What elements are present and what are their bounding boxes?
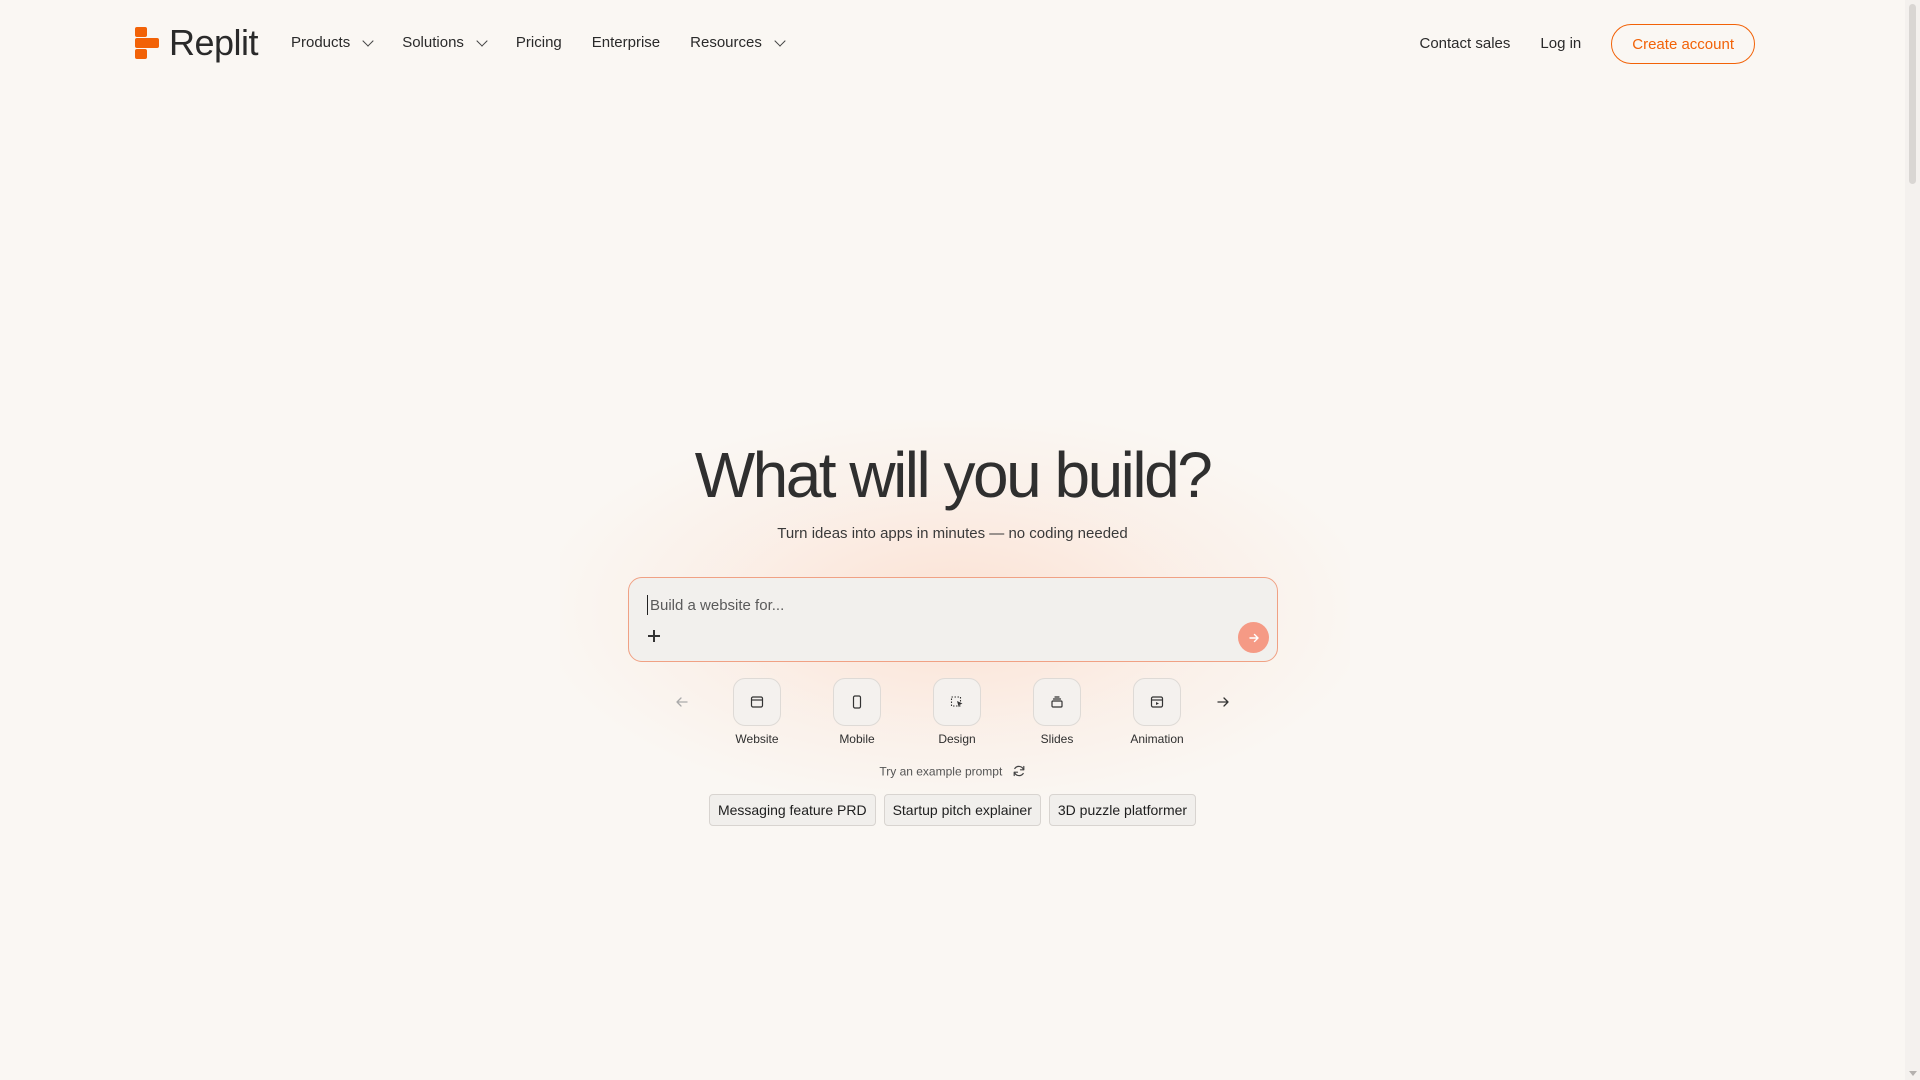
example-prompt-label: Try an example prompt xyxy=(879,764,1003,779)
category-design[interactable]: Design xyxy=(922,678,992,746)
category-website[interactable]: Website xyxy=(722,678,792,746)
replit-logo-icon xyxy=(135,27,159,59)
contact-sales-link[interactable]: Contact sales xyxy=(1420,35,1511,52)
log-in-link[interactable]: Log in xyxy=(1540,35,1581,52)
add-attachment-icon[interactable] xyxy=(646,628,662,644)
example-prompt-line: Try an example prompt xyxy=(0,764,1905,781)
nav-item-enterprise[interactable]: Enterprise xyxy=(592,34,660,51)
example-chips: Messaging feature PRD Startup pitch expl… xyxy=(0,794,1905,826)
replit-logo[interactable]: Replit xyxy=(135,22,259,64)
carousel-next-button[interactable] xyxy=(1213,692,1233,712)
category-slides[interactable]: Slides xyxy=(1022,678,1092,746)
nav-label: Products xyxy=(291,34,351,51)
nav-label: Pricing xyxy=(515,34,562,51)
category-label: Mobile xyxy=(839,732,875,746)
scroll-down-arrow-icon[interactable] xyxy=(1909,1071,1917,1076)
top-header: Replit Products Solutions Pricing Enterp… xyxy=(0,0,1905,86)
nav-label: Solutions xyxy=(402,34,464,51)
nav-item-pricing[interactable]: Pricing xyxy=(516,34,562,51)
example-chip[interactable]: Startup pitch explainer xyxy=(883,794,1041,826)
category-label: Design xyxy=(938,732,976,746)
refresh-icon[interactable] xyxy=(1012,764,1026,781)
hero-subtitle: Turn ideas into apps in minutes — no cod… xyxy=(777,525,1128,542)
nav-item-resources[interactable]: Resources xyxy=(690,34,786,51)
slides-stack-icon xyxy=(1033,678,1081,726)
nav-item-solutions[interactable]: Solutions xyxy=(402,34,488,51)
header-actions: Contact sales Log in Create account xyxy=(1420,24,1755,64)
arrow-left-icon xyxy=(676,697,688,707)
send-button[interactable] xyxy=(1238,622,1269,653)
example-chip[interactable]: 3D puzzle platformer xyxy=(1048,794,1197,826)
browser-window-icon xyxy=(733,678,781,726)
nav-label: Resources xyxy=(690,34,762,51)
hero-title: What will you build? xyxy=(694,439,1213,511)
page-scrollbar[interactable] xyxy=(1905,0,1920,1080)
nav-label: Enterprise xyxy=(591,34,661,51)
play-window-icon xyxy=(1133,678,1181,726)
category-animation[interactable]: Animation xyxy=(1122,678,1192,746)
category-label: Animation xyxy=(1130,732,1184,746)
prompt-input[interactable] xyxy=(647,595,1237,615)
chevron-down-icon xyxy=(476,34,488,47)
page: Replit Products Solutions Pricing Enterp… xyxy=(0,0,1920,1080)
design-select-icon xyxy=(933,678,981,726)
category-label: Website xyxy=(735,732,779,746)
prompt-box xyxy=(628,577,1278,662)
main-nav: Products Solutions Pricing Enterprise Re… xyxy=(291,34,814,51)
category-label: Slides xyxy=(1040,732,1074,746)
chevron-down-icon xyxy=(362,34,374,47)
arrow-right-icon xyxy=(1217,697,1229,707)
chevron-down-icon xyxy=(774,34,786,47)
carousel-prev-button[interactable] xyxy=(672,692,692,712)
create-account-button[interactable]: Create account xyxy=(1611,24,1755,64)
category-mobile[interactable]: Mobile xyxy=(822,678,892,746)
arrow-right-icon xyxy=(1248,633,1259,642)
scrollbar-thumb[interactable] xyxy=(1909,4,1916,184)
example-chip[interactable]: Messaging feature PRD xyxy=(708,794,876,826)
logo-text: Replit xyxy=(169,22,259,63)
category-carousel: Website Mobile Design Slides Animation xyxy=(670,678,1230,748)
phone-icon xyxy=(833,678,881,726)
nav-item-products[interactable]: Products xyxy=(291,34,374,51)
